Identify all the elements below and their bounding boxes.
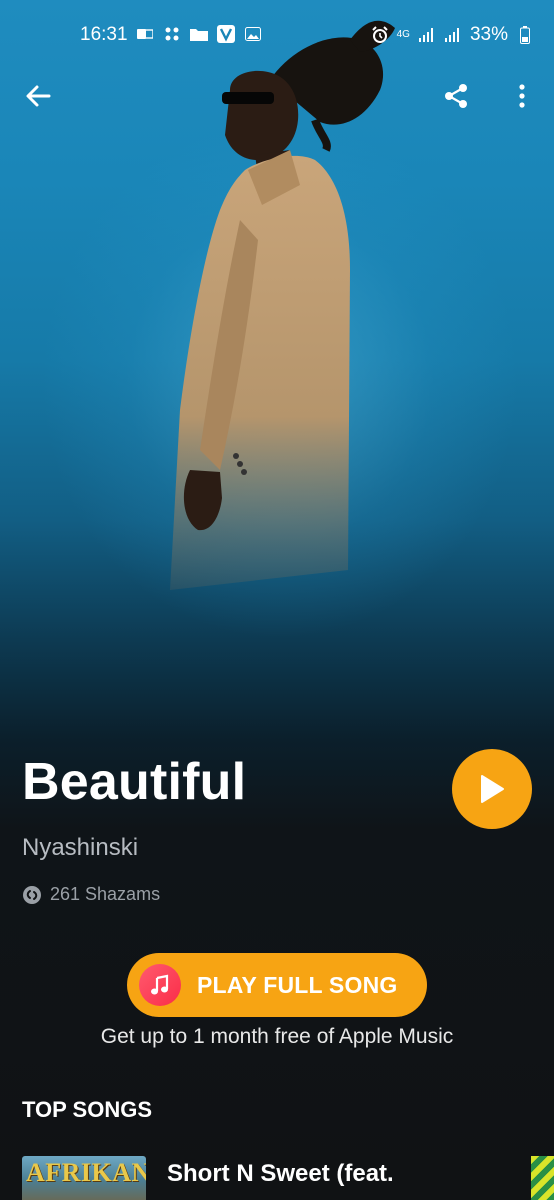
artist-photo [170,20,395,591]
share-icon [445,84,467,108]
shazam-count-text: 261 Shazams [50,884,161,904]
battery-percentage: 33% [469,24,508,45]
more-options-button[interactable] [500,74,544,118]
play-preview-button[interactable] [452,749,532,829]
signal-icon-2 [444,27,462,43]
top-song-item[interactable]: AFRIKAN Short N Sweet (feat. [22,1156,554,1200]
song-title: Beautiful [22,753,247,811]
apple-music-promo: Get up to 1 month free of Apple Music [100,1025,454,1048]
battery-icon [516,26,534,44]
status-time: 16:31 [80,24,128,45]
top-song-title: Short N Sweet (feat. [167,1160,394,1187]
artwork-text: AFRIKAN [26,1158,146,1187]
song-screen: 16:31 4G 33% Beautiful Nyashinski 261 Sh… [0,0,554,1200]
system-status: 4G 33% [371,24,534,46]
next-song-artwork[interactable] [531,1156,554,1200]
shazam-icon [23,885,41,904]
signal-icon [418,27,436,43]
play-full-song-button[interactable]: PLAY FULL SONG [127,953,427,1017]
folder-icon [190,26,208,42]
shazam-count: 261 Shazams [22,884,160,905]
apple-music-icon [139,964,181,1006]
play-full-song-label: PLAY FULL SONG [197,971,398,998]
network-type: 4G [396,29,410,40]
app-grid-icon [163,26,181,42]
v-app-icon [217,25,235,43]
alarm-icon [371,26,389,43]
more-vertical-icon [519,84,525,108]
arrow-left-icon [26,85,51,107]
top-songs-heading: TOP SONGS [22,1097,153,1122]
notification-icons [136,25,262,43]
gallery-icon [244,26,262,42]
status-bar: 16:31 4G 33% [0,0,554,72]
outlook-icon [136,26,154,42]
back-button[interactable] [16,74,60,118]
song-artwork: AFRIKAN [22,1156,146,1200]
play-icon [481,775,504,803]
artist-name[interactable]: Nyashinski [22,834,138,862]
share-button[interactable] [434,74,478,118]
